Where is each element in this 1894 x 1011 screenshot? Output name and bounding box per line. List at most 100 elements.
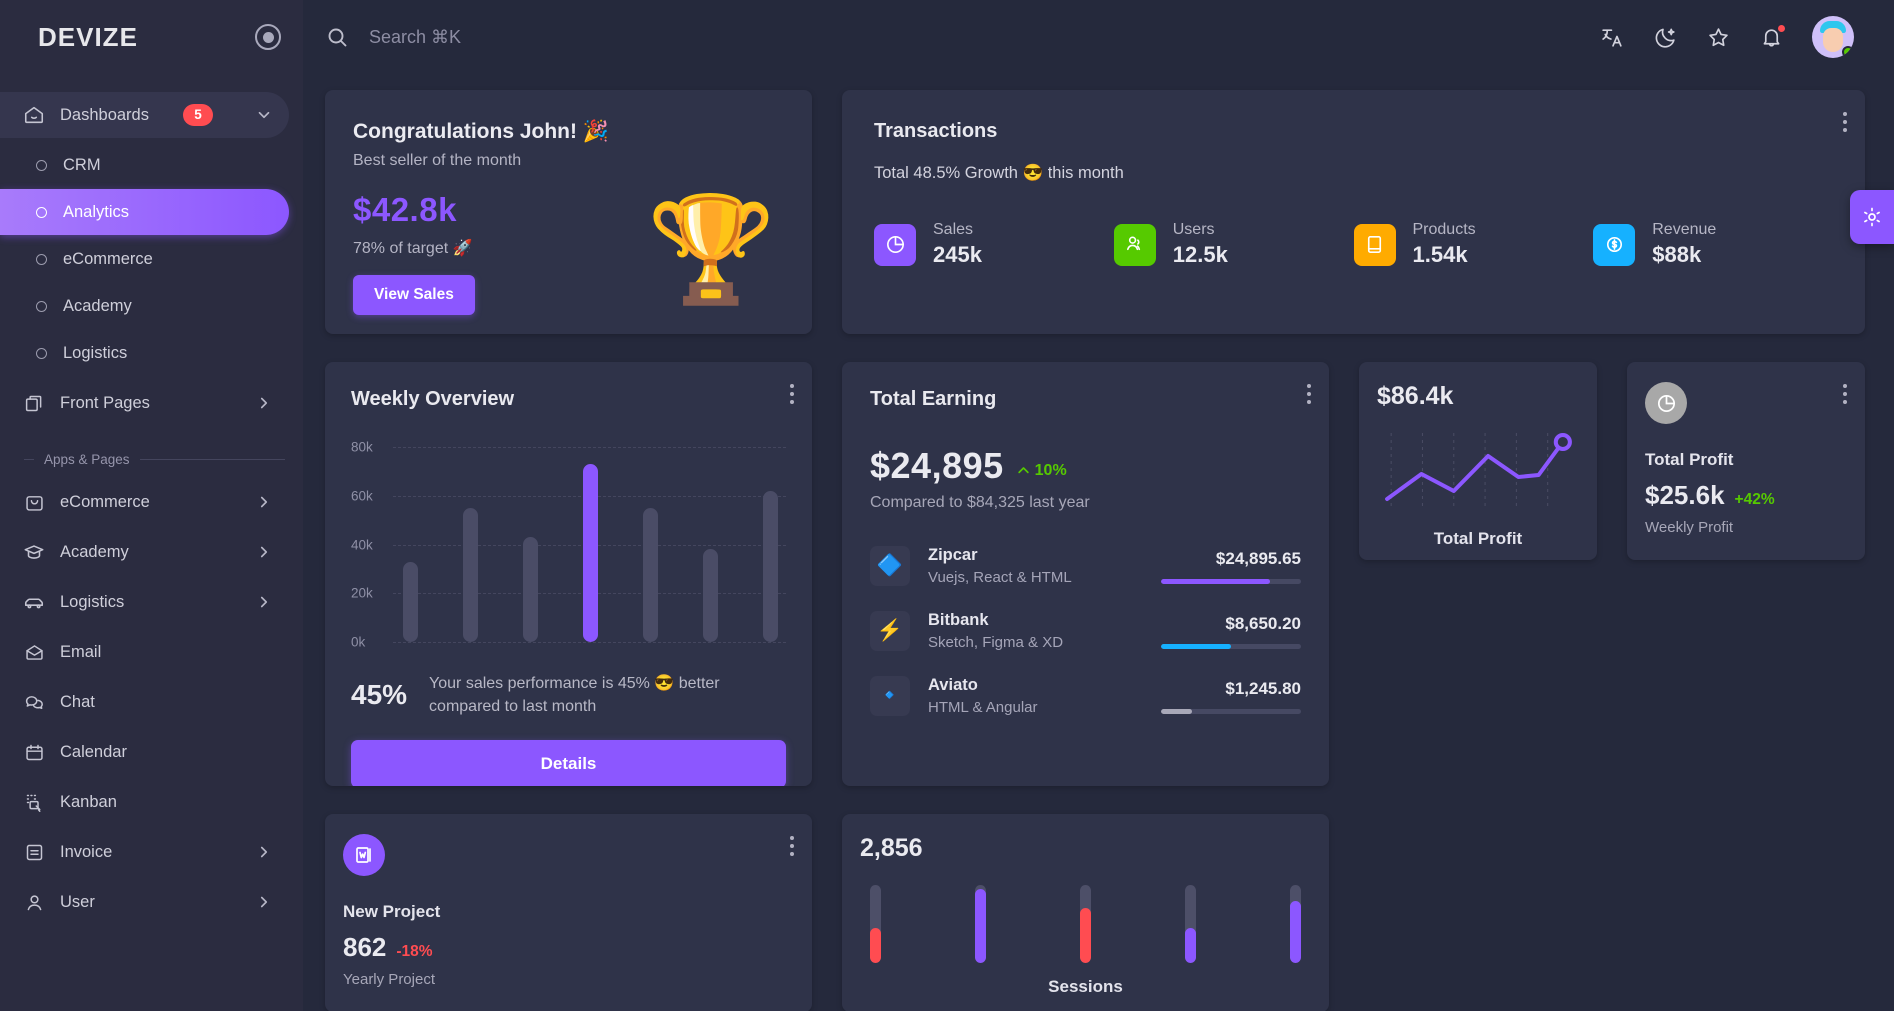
chart-bar[interactable] xyxy=(523,537,538,642)
sidebar-item-front-pages[interactable]: Front Pages xyxy=(0,380,289,426)
chevron-right-icon xyxy=(255,843,273,861)
earning-delta-value: 10% xyxy=(1034,461,1067,479)
sidebar-item-label: Invoice xyxy=(60,842,113,861)
sidebar-item-ecommerce[interactable]: eCommerce xyxy=(0,479,289,525)
sidebar-item-chat[interactable]: Chat xyxy=(0,679,289,725)
bell-icon[interactable] xyxy=(1759,23,1786,50)
sidebar-item-academy[interactable]: Academy xyxy=(0,529,289,575)
stat-label: Products xyxy=(1412,221,1476,238)
chart-bar[interactable] xyxy=(583,464,598,642)
chevron-right-icon xyxy=(255,593,273,611)
congratulations-card: Congratulations John! 🎉 Best seller of t… xyxy=(325,90,812,334)
sidebar-item-label: Dashboards xyxy=(60,105,149,124)
stat-label: Revenue xyxy=(1652,221,1717,238)
weekly-footer: 45% Your sales performance is 45% 😎 bett… xyxy=(351,672,786,718)
brand-name: DEVIZE xyxy=(38,21,138,52)
list-item[interactable]: ⚡ Bitbank Sketch, Figma & XD $8,650.20 xyxy=(870,611,1301,651)
details-button[interactable]: Details xyxy=(351,740,786,786)
list-item[interactable]: 🔹 Aviato HTML & Angular $1,245.80 xyxy=(870,676,1301,716)
total-profit-sub: Weekly Profit xyxy=(1645,519,1734,536)
chart-bar[interactable] xyxy=(463,507,478,642)
aviato-logo-icon: 🔹 xyxy=(870,676,910,716)
sidebar-item-dashboards[interactable]: Dashboards 5 xyxy=(0,92,289,138)
sidebar-item-invoice[interactable]: Invoice xyxy=(0,829,289,875)
chart-bar[interactable] xyxy=(763,490,778,642)
sessions-bar-chart xyxy=(870,885,1301,963)
sidebar-item-label: Chat xyxy=(60,692,95,711)
dashboard-grid: Congratulations John! 🎉 Best seller of t… xyxy=(325,90,1865,1011)
pie-chart-icon xyxy=(874,223,916,266)
sessions-bar[interactable] xyxy=(975,885,986,963)
search-input[interactable]: Search ⌘K xyxy=(325,25,461,49)
dashboard-content: Congratulations John! 🎉 Best seller of t… xyxy=(303,74,1894,1011)
earning-list: 🔷 Zipcar Vuejs, React & HTML $24,895.65 xyxy=(870,546,1301,716)
sidebar-item-user[interactable]: User xyxy=(0,879,289,925)
sidebar-item-academy-dash[interactable]: Academy xyxy=(0,283,289,329)
chart-bar[interactable] xyxy=(703,549,718,642)
spark-caption: Total Profit xyxy=(1433,529,1523,548)
weekly-note: Your sales performance is 45% 😎 better c… xyxy=(429,675,720,716)
arrow-up-icon xyxy=(1017,467,1029,474)
sidebar-item-label: Email xyxy=(60,642,102,661)
avatar[interactable] xyxy=(1812,16,1854,58)
sidebar-item-label: Front Pages xyxy=(60,393,150,412)
mail-icon xyxy=(22,640,46,664)
chart-bar[interactable] xyxy=(643,507,658,642)
sidebar-item-calendar[interactable]: Calendar xyxy=(0,729,289,775)
chat-bubble-icon xyxy=(22,690,46,714)
new-project-percent: -18% xyxy=(396,943,433,960)
stat-value: 1.54k xyxy=(1412,242,1468,267)
home-icon xyxy=(22,103,46,127)
chart-y-tick-label: 0k xyxy=(351,634,366,650)
sessions-bar[interactable] xyxy=(1290,885,1301,963)
gear-icon[interactable] xyxy=(1850,190,1894,244)
stat-users: Users 12.5k xyxy=(1113,221,1354,268)
chart-bar[interactable] xyxy=(403,561,418,642)
transactions-kebab-icon[interactable] xyxy=(1843,112,1847,136)
sidebar-item-analytics[interactable]: Analytics xyxy=(0,189,289,235)
kanban-icon xyxy=(22,790,46,814)
bullet-icon xyxy=(36,253,47,265)
transactions-stats: Sales 245k Users 12.5k Products 1.54k Re… xyxy=(874,221,1833,268)
total-profit-sparkline-card: $86.4k Total Profit xyxy=(1359,362,1597,560)
star-icon[interactable] xyxy=(1706,25,1731,50)
new-project-kebab-icon[interactable] xyxy=(790,836,794,860)
earning-row-tech: HTML & Angular xyxy=(928,699,1038,716)
circle-target-icon[interactable] xyxy=(255,24,281,50)
sidebar-item-logistics-dash[interactable]: Logistics xyxy=(0,330,289,376)
view-sales-button[interactable]: View Sales xyxy=(353,275,475,315)
sidebar-item-crm[interactable]: CRM xyxy=(0,142,289,188)
earning-amount: $24,895 xyxy=(870,445,1004,486)
bitbank-logo-icon: ⚡ xyxy=(870,611,910,651)
sidebar-item-label: eCommerce xyxy=(63,249,153,268)
sidebar-nav[interactable]: Dashboards 5 CRM Analytics eCommerce Aca… xyxy=(0,74,303,1011)
bullet-icon xyxy=(36,206,47,218)
moon-icon[interactable] xyxy=(1653,25,1678,50)
transactions-subtitle: Total 48.5% Growth 😎 this month xyxy=(874,164,1124,182)
total-profit-kebab-icon[interactable] xyxy=(1843,384,1847,408)
earning-row-progress xyxy=(1161,578,1301,584)
pie-chart-icon xyxy=(1645,382,1687,424)
weekly-kebab-icon[interactable] xyxy=(790,384,794,408)
sessions-bar[interactable] xyxy=(1080,885,1091,963)
translate-icon[interactable] xyxy=(1600,25,1625,50)
sessions-bar[interactable] xyxy=(870,885,881,963)
earning-compare: Compared to $84,325 last year xyxy=(870,494,1090,511)
list-item[interactable]: 🔷 Zipcar Vuejs, React & HTML $24,895.65 xyxy=(870,546,1301,586)
dollar-circle-icon xyxy=(1593,223,1636,266)
sidebar-item-ecommerce-dash[interactable]: eCommerce xyxy=(0,236,289,282)
user-icon xyxy=(22,890,46,914)
sessions-bar[interactable] xyxy=(1185,885,1196,963)
sparkline-svg xyxy=(1385,433,1572,507)
brand-row: DEVIZE xyxy=(0,0,303,74)
sidebar-item-kanban[interactable]: Kanban xyxy=(0,779,289,825)
bullet-icon xyxy=(36,159,47,171)
sidebar-item-email[interactable]: Email xyxy=(0,629,289,675)
weekly-title: Weekly Overview xyxy=(351,388,515,410)
earning-kebab-icon[interactable] xyxy=(1307,384,1311,408)
total-profit-card: Total Profit $25.6k +42% Weekly Profit xyxy=(1627,362,1865,560)
spark-value: $86.4k xyxy=(1377,382,1454,410)
chart-y-tick-label: 60k xyxy=(351,488,373,504)
sidebar-item-logistics[interactable]: Logistics xyxy=(0,579,289,625)
invoice-icon xyxy=(22,840,46,864)
